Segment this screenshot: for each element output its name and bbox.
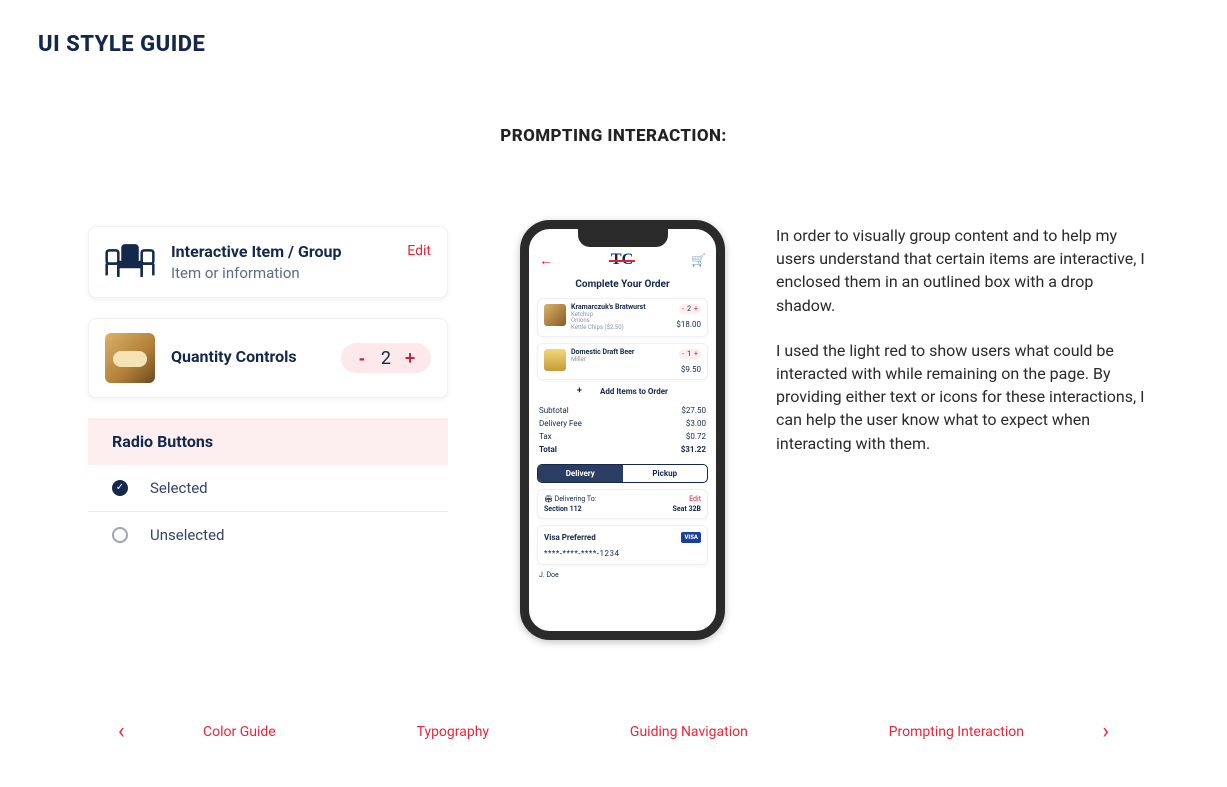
phone-notch	[578, 229, 668, 247]
fulfillment-tabs[interactable]: Delivery Pickup	[537, 464, 708, 483]
item-price: $18.00	[676, 320, 701, 329]
radio-section: Radio Buttons Selected Unselected	[88, 418, 448, 558]
section-title: PROMPTING INTERACTION:	[0, 126, 1227, 146]
radio-unchecked-icon	[112, 527, 128, 543]
edit-link[interactable]: Edit	[689, 495, 701, 503]
food-thumbnail	[544, 304, 566, 326]
beer-thumbnail	[544, 349, 566, 371]
card-subtitle: Item or information	[171, 264, 407, 282]
item-option: Kettle Chips ($2.50)	[571, 325, 676, 332]
paragraph: In order to visually group content and t…	[776, 224, 1146, 317]
radio-header: Radio Buttons	[88, 418, 448, 465]
truncated-text: J. Doe	[529, 567, 716, 579]
card-title: Interactive Item / Group	[171, 242, 407, 261]
nav-link-color-guide[interactable]: Color Guide	[203, 724, 276, 740]
item-option: Miller	[571, 357, 679, 364]
paragraph: I used the light red to show users what …	[776, 339, 1146, 455]
prev-arrow-icon[interactable]: ‹	[110, 717, 133, 747]
team-logo: TC	[611, 251, 633, 269]
plus-icon: +	[577, 386, 582, 396]
radio-label: Selected	[150, 479, 208, 497]
item-price: $9.50	[679, 365, 701, 374]
visa-badge-icon: VISA	[681, 532, 701, 543]
radio-checked-icon	[112, 480, 128, 496]
delivery-card[interactable]: 🏟 Delivering To: Edit Section 112 Seat 3…	[537, 489, 708, 519]
nav-link-guiding-navigation[interactable]: Guiding Navigation	[630, 724, 748, 740]
back-arrow-icon[interactable]: ←	[539, 252, 553, 269]
cart-icon[interactable]: 🛒	[691, 253, 706, 267]
seat-label: Seat 32B	[673, 505, 701, 513]
edit-link[interactable]: Edit	[407, 243, 431, 259]
decrement-button[interactable]: -	[351, 347, 373, 369]
phone-mockup: ← TC 🛒 Complete Your Order Kramarczuk's …	[520, 220, 725, 640]
section-label: Section 112	[544, 505, 582, 513]
order-item[interactable]: Kramarczuk's Bratwurst Ketchup Onions Ke…	[537, 298, 708, 337]
quantity-stepper[interactable]: - 1 +	[679, 349, 701, 359]
add-items-button[interactable]: + Add Items to Order	[537, 386, 708, 396]
card-title: Quantity Controls	[171, 347, 341, 366]
payment-label: Visa Preferred	[544, 533, 596, 542]
footer-nav: ‹ Color Guide Typography Guiding Navigat…	[0, 717, 1227, 747]
quantity-stepper[interactable]: - 2 +	[679, 304, 701, 314]
tab-pickup[interactable]: Pickup	[623, 465, 708, 482]
order-summary: Subtotal$27.50 Delivery Fee$3.00 Tax$0.7…	[539, 404, 706, 456]
screen-title: Complete Your Order	[529, 273, 716, 298]
card-number: ****-****-****-1234	[544, 543, 701, 558]
next-arrow-icon[interactable]: ›	[1094, 717, 1117, 747]
tab-delivery[interactable]: Delivery	[538, 465, 623, 482]
payment-card[interactable]: Visa Preferred VISA ****-****-****-1234	[537, 525, 708, 565]
increment-button[interactable]: +	[399, 347, 421, 369]
radio-option-selected[interactable]: Selected	[88, 465, 448, 512]
nav-link-typography[interactable]: Typography	[417, 724, 489, 740]
radio-option-unselected[interactable]: Unselected	[88, 512, 448, 558]
radio-label: Unselected	[150, 526, 224, 544]
order-item[interactable]: Domestic Draft Beer Miller - 1 + $9.50	[537, 343, 708, 380]
page-title: UI STYLE GUIDE	[38, 32, 205, 57]
seats-icon	[105, 241, 155, 283]
quantity-card[interactable]: Quantity Controls - 2 +	[88, 318, 448, 398]
interactive-item-card[interactable]: Interactive Item / Group Item or informa…	[88, 226, 448, 298]
item-name: Domestic Draft Beer	[571, 349, 679, 357]
quantity-stepper[interactable]: - 2 +	[341, 343, 431, 373]
nav-link-prompting-interaction[interactable]: Prompting Interaction	[889, 724, 1024, 740]
food-thumbnail	[105, 333, 155, 383]
description-text: In order to visually group content and t…	[776, 224, 1146, 477]
quantity-value: 2	[373, 348, 399, 369]
